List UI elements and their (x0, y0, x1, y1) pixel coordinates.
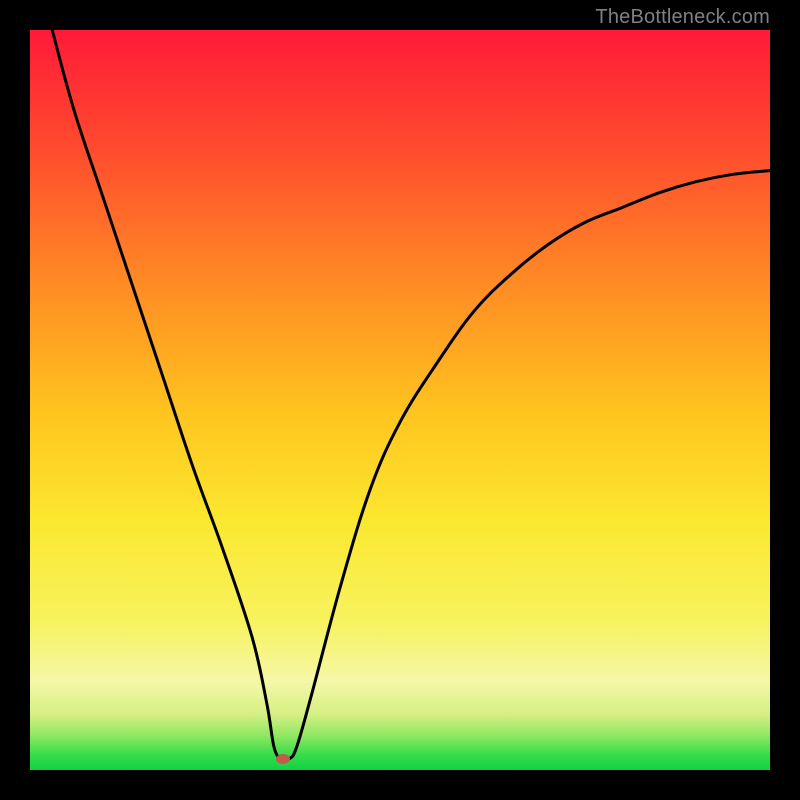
minimum-marker (276, 754, 290, 764)
watermark-text: TheBottleneck.com (595, 6, 770, 29)
bottleneck-curve (30, 30, 770, 770)
plot-area (30, 30, 770, 770)
chart-frame: TheBottleneck.com (0, 0, 800, 800)
